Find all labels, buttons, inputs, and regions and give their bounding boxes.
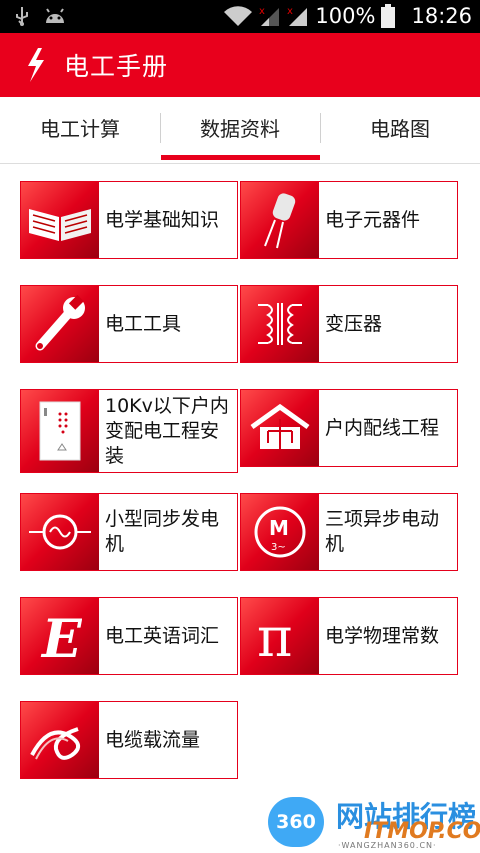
svg-text:E: E (40, 609, 82, 665)
wrench-icon (35, 294, 85, 351)
item-physical-constants[interactable]: π 电学物理常数 (240, 597, 458, 675)
item-label: 10Kv以下户内变配电工程安装 (105, 394, 229, 467)
battery-icon (381, 4, 396, 28)
motor-icon: M 3~ (254, 506, 306, 558)
svg-text:3~: 3~ (271, 542, 286, 553)
item-cable-ampacity[interactable]: 电缆载流量 (20, 701, 238, 779)
tab-circuit-diagrams[interactable]: 电路图 (320, 97, 480, 157)
svg-text:M: M (269, 516, 289, 540)
item-electrical-basics[interactable]: 电学基础知识 (20, 181, 238, 259)
item-synchronous-generator[interactable]: 小型同步发电机 (20, 493, 238, 571)
clock: 18:26 (411, 4, 472, 28)
selected-tab-indicator (161, 155, 320, 160)
item-label: 电子元器件 (325, 208, 421, 231)
signal-icon: x (287, 6, 308, 26)
pi-icon: π (257, 608, 293, 664)
cable-icon (30, 727, 80, 760)
svg-text:x: x (287, 6, 293, 17)
item-label: 电缆载流量 (105, 728, 201, 751)
book-icon (29, 209, 91, 241)
android-icon (46, 8, 64, 23)
item-electrical-tools[interactable]: 电工工具 (20, 285, 238, 363)
app-title: 电工手册 (64, 52, 169, 81)
item-label: 电学物理常数 (325, 624, 440, 647)
signal-icon: x (259, 6, 280, 26)
item-electronic-components[interactable]: 电子元器件 (240, 181, 458, 259)
wifi-icon (224, 6, 253, 26)
item-label: 电工工具 (105, 312, 182, 335)
app-bar: 电工手册 (0, 33, 480, 97)
watermark: 360 网站排行榜 ITMOP.COM ·WANGZHAN360.CN· (268, 793, 480, 853)
usb-icon (16, 7, 28, 26)
item-10kv-substation[interactable]: 10Kv以下户内变配电工程安装 (20, 389, 238, 473)
item-label: 小型同步发电机 (105, 508, 220, 555)
switchgear-cabinet-icon (39, 401, 81, 461)
transformer-icon (258, 303, 302, 345)
item-electrical-english[interactable]: E 电工英语词汇 (20, 597, 238, 675)
tab-electrical-calc[interactable]: 电工计算 (0, 97, 160, 157)
item-label: 电工英语词汇 (105, 624, 220, 647)
lightning-icon (28, 48, 44, 82)
item-async-motor[interactable]: M 3~ 三项异步电动机 (240, 493, 458, 571)
item-indoor-wiring[interactable]: 户内配线工程 (240, 389, 458, 467)
item-label: 电学基础知识 (105, 208, 220, 231)
battery-percentage: 100% (315, 4, 376, 28)
capacitor-icon (264, 193, 296, 249)
item-label: 变压器 (325, 312, 383, 335)
svg-text:π: π (257, 608, 293, 664)
status-bar: x x 100% 18:26 (0, 0, 480, 33)
watermark-url: ·WANGZHAN360.CN· (338, 841, 437, 850)
item-label: 三项异步电动机 (325, 508, 440, 555)
watermark-logo: 360 (268, 797, 324, 847)
house-wiring-icon (250, 403, 310, 449)
item-label: 户内配线工程 (325, 416, 440, 439)
tab-data-resources[interactable]: 数据资料 (160, 97, 320, 157)
generator-icon (29, 514, 91, 550)
letter-e-icon: E (40, 609, 82, 665)
item-transformer[interactable]: 变压器 (240, 285, 458, 363)
svg-text:x: x (259, 6, 265, 17)
tab-bar: 电工计算 数据资料 电路图 (0, 97, 480, 164)
